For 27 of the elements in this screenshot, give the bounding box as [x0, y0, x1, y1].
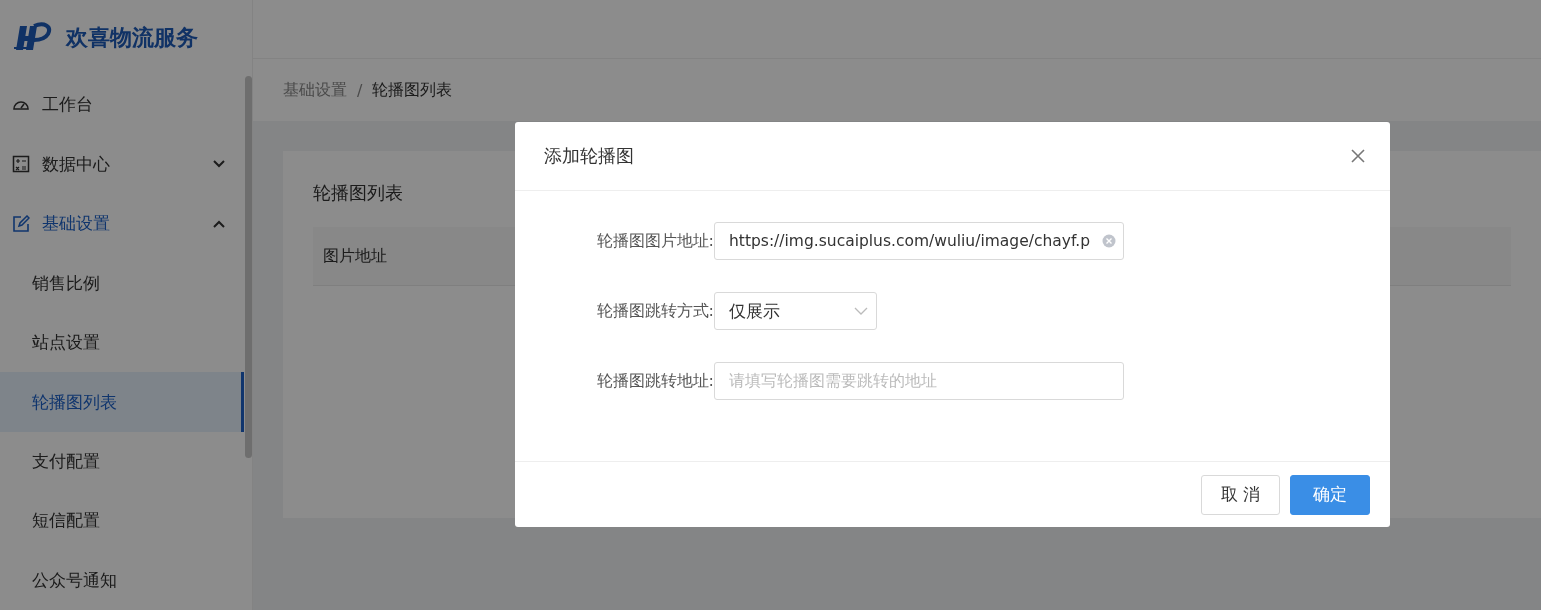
submenu-item[interactable]: 短信配置	[0, 491, 244, 551]
card-title: 轮播图列表	[313, 181, 404, 205]
field-label: 轮播图跳转方式:	[595, 300, 714, 322]
submenu-item[interactable]: 销售比例	[0, 253, 244, 313]
breadcrumb-separator: /	[357, 80, 363, 100]
close-icon[interactable]	[1350, 148, 1366, 164]
brand-name: 欢喜物流服务	[66, 23, 198, 52]
field-label: 轮播图图片地址:	[595, 230, 714, 252]
confirm-button[interactable]: 确定	[1290, 474, 1370, 515]
field-label: 轮播图跳转地址:	[595, 370, 714, 392]
cancel-button[interactable]: 取 消	[1201, 474, 1280, 515]
chevron-up-icon	[212, 218, 226, 229]
column-header: 图片地址	[323, 245, 387, 267]
input-field[interactable]: https://img.sucaiplus.com/wuliu/image/chayf.p	[714, 222, 1124, 260]
breadcrumb-item[interactable]: 轮播图列表	[372, 79, 453, 101]
calculator-icon	[12, 155, 30, 174]
breadcrumb-item[interactable]: 基础设置	[283, 79, 347, 101]
chevron-down-icon	[212, 159, 226, 170]
submenu-item[interactable]: 公众号通知	[0, 550, 244, 610]
select-field[interactable]: 仅展示	[714, 292, 877, 330]
submenu-item[interactable]: 轮播图列表	[0, 372, 244, 432]
chevron-down-icon	[854, 307, 868, 315]
dialog-title: 添加轮播图	[544, 144, 635, 168]
clear-icon[interactable]	[1102, 234, 1116, 248]
input-field[interactable]: 请填写轮播图需要跳转的地址	[714, 362, 1124, 400]
edit-icon	[12, 214, 30, 233]
scrollbar[interactable]	[245, 76, 252, 458]
